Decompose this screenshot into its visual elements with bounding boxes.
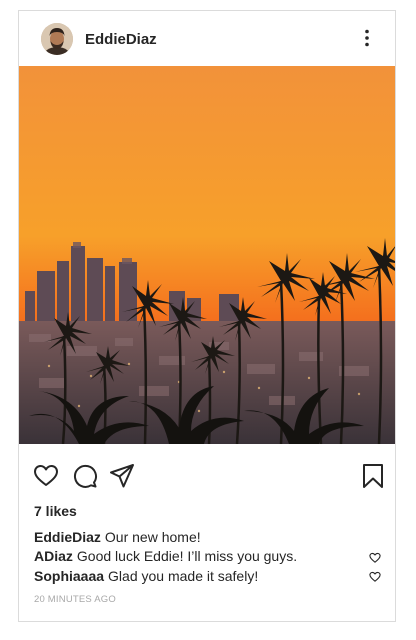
heart-icon[interactable] xyxy=(33,463,59,489)
share-icon[interactable] xyxy=(109,463,135,489)
more-options-icon[interactable] xyxy=(357,28,377,48)
caption-author[interactable]: EddieDiaz xyxy=(34,529,101,545)
comment-row: Sophiaaaa Glad you made it safely! xyxy=(34,568,374,584)
post-photo[interactable] xyxy=(19,66,395,444)
likes-count[interactable]: 7 likes xyxy=(34,503,77,519)
comment-text: Good luck Eddie! I’ll miss you guys. xyxy=(76,548,298,564)
post-card: EddieDiaz 7 likes EddieDiaz Our new home… xyxy=(18,10,396,622)
heart-icon[interactable] xyxy=(369,551,381,563)
heart-icon[interactable] xyxy=(369,570,381,582)
avatar[interactable] xyxy=(41,23,73,55)
caption-text: Our new home! xyxy=(104,529,201,545)
comment-row: ADiaz Good luck Eddie! I’ll miss you guys… xyxy=(34,548,374,564)
comment-icon[interactable] xyxy=(72,463,98,489)
post-header: EddieDiaz xyxy=(19,11,395,66)
post-timestamp: 20 MINUTES AGO xyxy=(34,594,116,605)
comment-author[interactable]: ADiaz xyxy=(34,548,73,564)
comment-text: Glad you made it safely! xyxy=(108,568,259,584)
bookmark-icon[interactable] xyxy=(360,463,386,489)
caption: EddieDiaz Our new home! xyxy=(34,529,374,545)
comment-author[interactable]: Sophiaaaa xyxy=(34,568,104,584)
username[interactable]: EddieDiaz xyxy=(85,31,157,48)
action-bar xyxy=(19,463,395,489)
